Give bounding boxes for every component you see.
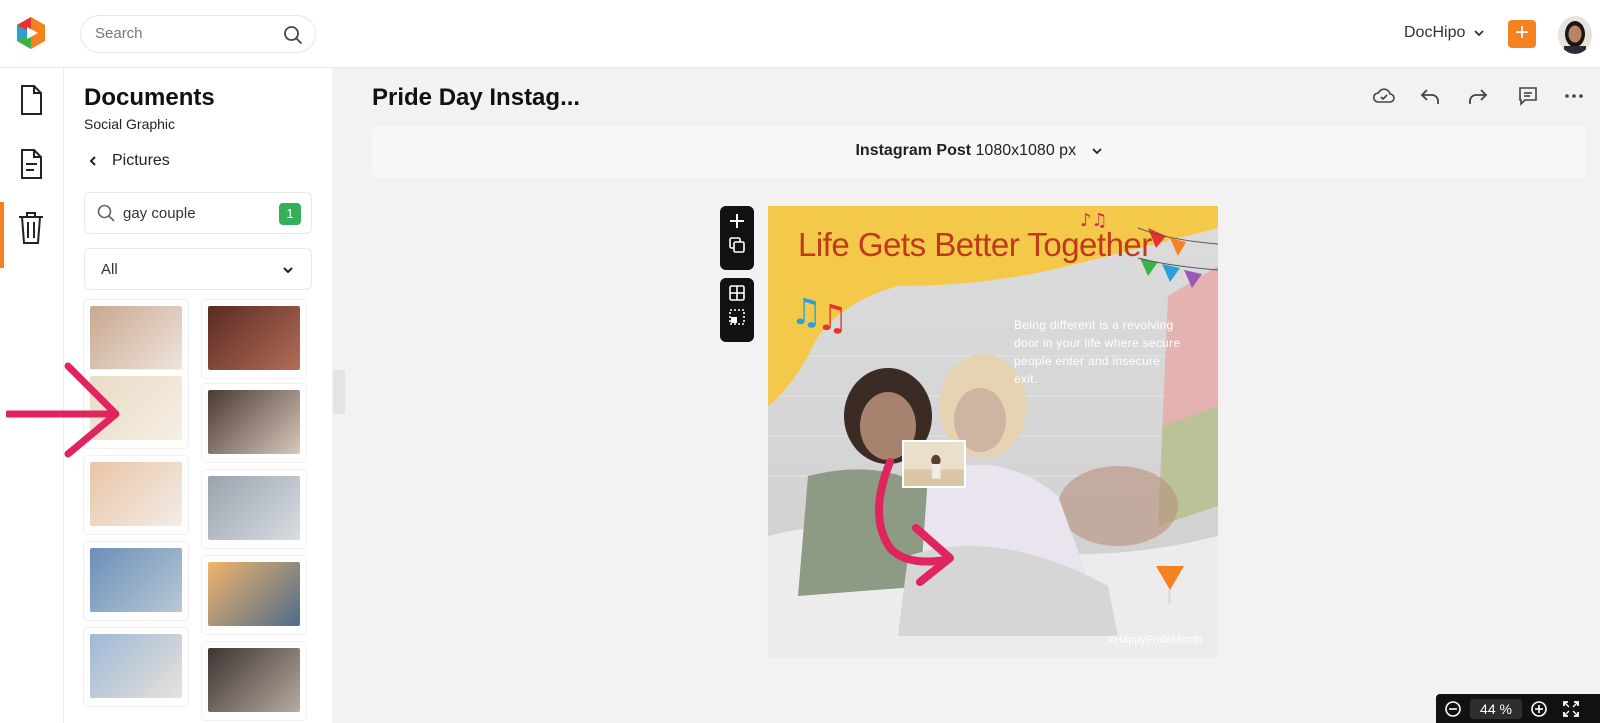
thumbnail-image (208, 648, 300, 712)
picture-thumbnail[interactable] (202, 556, 306, 634)
filter-selected-value: All (101, 261, 118, 278)
chevron-down-icon (1474, 30, 1484, 37)
document-icon[interactable] (14, 80, 48, 120)
zoom-out-icon[interactable] (1444, 700, 1462, 718)
top-bar: DocHipo + (0, 0, 1600, 68)
thumbnail-image (90, 634, 182, 698)
back-to-pictures-button[interactable]: Pictures (88, 152, 170, 170)
select-area-icon[interactable] (728, 308, 746, 326)
search-icon (97, 204, 115, 222)
layout-tools-group (720, 278, 754, 342)
zoom-in-icon[interactable] (1530, 700, 1548, 718)
back-label: Pictures (112, 152, 170, 169)
design-canvas[interactable]: ♫ ♫ ♪♫ Life Gets Better Together Being d… (768, 206, 1218, 658)
comment-icon[interactable] (1516, 84, 1540, 108)
search-input[interactable] (95, 25, 275, 42)
account-name: DocHipo (1404, 24, 1466, 41)
thumbnail-image (90, 462, 182, 526)
canvas-background-image: ♫ ♫ ♪♫ (768, 206, 1218, 658)
collapse-panel-handle[interactable] (333, 370, 345, 414)
result-count-badge: 1 (279, 203, 301, 225)
thumbnail-image (208, 306, 300, 370)
duplicate-page-icon[interactable] (728, 236, 746, 254)
size-dims-label: 1080x1080 px (975, 142, 1077, 159)
thumbnail-image (90, 376, 182, 440)
picture-thumbnail[interactable] (202, 300, 306, 378)
thumbnail-image (90, 548, 182, 612)
add-page-icon[interactable] (728, 212, 746, 230)
picture-thumbnail[interactable] (84, 628, 188, 706)
picture-thumbnail[interactable] (202, 384, 306, 462)
canvas-quote-text[interactable]: Being different is a revolving door in y… (1014, 316, 1184, 388)
picture-thumbnail[interactable] (202, 642, 306, 720)
rail-active-indicator (0, 202, 4, 268)
picture-thumbnail[interactable] (84, 456, 188, 534)
panel-title: Documents (84, 84, 215, 111)
left-rail (0, 68, 64, 723)
grid-icon[interactable] (728, 284, 746, 302)
canvas-size-text: Instagram Post 1080x1080 px (372, 142, 1586, 160)
thumbnail-image (90, 306, 182, 370)
cloud-saved-icon[interactable] (1372, 84, 1396, 108)
picture-search-query[interactable]: gay couple (123, 205, 196, 222)
thumbnail-image (208, 476, 300, 540)
canvas-headline[interactable]: Life Gets Better Together (798, 226, 1152, 264)
size-type-label: Instagram Post (855, 142, 972, 159)
canvas-size-selector[interactable]: Instagram Post 1080x1080 px (372, 126, 1586, 178)
picture-thumbnail[interactable] (84, 300, 188, 378)
dochipo-logo-icon[interactable] (14, 16, 48, 50)
panel-subtitle: Social Graphic (84, 116, 176, 132)
avatar[interactable] (1558, 16, 1592, 54)
filter-select[interactable]: All (84, 248, 312, 290)
thumbnail-image (208, 562, 300, 626)
file-text-icon[interactable] (14, 144, 48, 184)
zoom-value: 44 (1480, 701, 1496, 717)
create-new-button[interactable]: + (1508, 20, 1536, 48)
chevron-down-icon (1091, 148, 1102, 155)
canvas-hashtag[interactable]: #HappyPrideMonth (1108, 634, 1202, 646)
picture-thumbnail[interactable] (202, 470, 306, 548)
pictures-panel: Documents Social Graphic Pictures gay co… (64, 68, 332, 723)
page-tools-group (720, 206, 754, 270)
dropped-picture[interactable] (902, 440, 966, 488)
search-icon[interactable] (283, 25, 303, 45)
chevron-down-icon (283, 267, 293, 274)
more-icon[interactable] (1562, 84, 1586, 108)
picture-thumbnail[interactable] (84, 370, 188, 448)
chevron-left-icon (89, 156, 96, 166)
document-title[interactable]: Pride Day Instag... (372, 84, 580, 112)
zoom-unit: % (1499, 701, 1512, 717)
account-menu[interactable]: DocHipo (1404, 24, 1485, 42)
zoom-level[interactable]: 44 % (1470, 699, 1522, 719)
picture-search-field[interactable]: gay couple 1 (84, 192, 312, 234)
thumbnail-image (208, 390, 300, 454)
search-box[interactable] (80, 15, 316, 53)
trash-icon[interactable] (14, 208, 48, 248)
redo-icon[interactable] (1466, 84, 1490, 108)
picture-thumbnail[interactable] (84, 542, 188, 620)
fullscreen-icon[interactable] (1562, 700, 1580, 718)
undo-icon[interactable] (1418, 84, 1442, 108)
svg-text:♫: ♫ (816, 298, 848, 339)
zoom-control: 44 % (1436, 694, 1600, 723)
